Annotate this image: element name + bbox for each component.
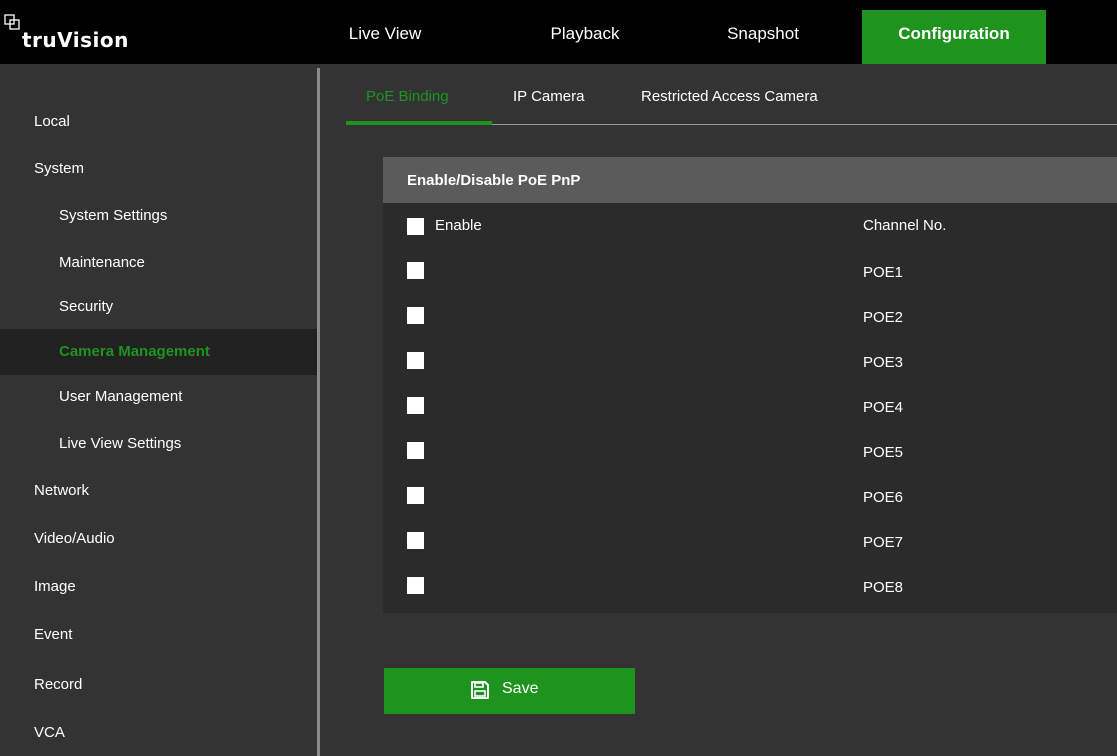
sidebar-item-image[interactable]: Image (0, 564, 317, 610)
poe-enable-checkbox[interactable] (407, 307, 424, 324)
poe-enable-checkbox[interactable] (407, 352, 424, 369)
sidebar-item-system-settings[interactable]: System Settings (0, 193, 317, 239)
sidebar-item-security[interactable]: Security (0, 284, 317, 330)
active-subtab-indicator (346, 121, 492, 125)
poe-section-title: Enable/Disable PoE PnP (383, 157, 1117, 203)
sidebar-item-event[interactable]: Event (0, 612, 317, 658)
save-button-label: Save (502, 680, 539, 697)
table-row: POE1 (383, 248, 1117, 292)
poe-table-header-row: Enable Channel No. (383, 204, 1117, 248)
channel-cell: POE3 (863, 354, 904, 371)
table-row: POE3 (383, 338, 1117, 382)
channel-cell: POE2 (863, 309, 904, 326)
brand-name: truVision (22, 28, 129, 52)
brand-mark-icon (4, 14, 20, 30)
table-row: POE8 (383, 563, 1117, 607)
table-row: POE6 (383, 473, 1117, 517)
sidebar-divider (317, 68, 320, 756)
sidebar-item-live-view-settings[interactable]: Live View Settings (0, 421, 317, 467)
sidebar-item-maintenance[interactable]: Maintenance (0, 240, 317, 286)
nav-tab-playback[interactable]: Playback (530, 10, 640, 64)
sidebar-item-vca[interactable]: VCA (0, 710, 317, 756)
save-button[interactable]: Save (384, 668, 635, 714)
table-row: POE7 (383, 518, 1117, 562)
poe-enable-checkbox[interactable] (407, 262, 424, 279)
poe-enable-checkbox[interactable] (407, 397, 424, 414)
sidebar-item-user-management[interactable]: User Management (0, 374, 317, 420)
sidebar-item-local[interactable]: Local (0, 99, 317, 145)
channel-column-header: Channel No. (863, 217, 947, 234)
sidebar-item-video-audio[interactable]: Video/Audio (0, 516, 317, 562)
channel-cell: POE5 (863, 444, 904, 461)
sidebar-item-camera-management[interactable]: Camera Management (0, 329, 317, 375)
nav-tab-configuration[interactable]: Configuration (862, 10, 1046, 64)
subtab-poe-binding[interactable]: PoE Binding (366, 88, 449, 105)
sidebar-item-system[interactable]: System (0, 146, 317, 192)
channel-cell: POE8 (863, 579, 904, 596)
subtab-restricted-access-camera[interactable]: Restricted Access Camera (641, 88, 818, 105)
channel-cell: POE4 (863, 399, 904, 416)
poe-enable-checkbox[interactable] (407, 577, 424, 594)
nav-tab-live-view[interactable]: Live View (340, 10, 430, 64)
channel-cell: POE7 (863, 534, 904, 551)
channel-cell: POE6 (863, 489, 904, 506)
poe-enable-checkbox[interactable] (407, 442, 424, 459)
floppy-disk-icon (471, 681, 489, 699)
channel-cell: POE1 (863, 264, 904, 281)
top-bar: truVision Live View Playback Snapshot Co… (0, 0, 1117, 64)
table-row: POE4 (383, 383, 1117, 427)
poe-enable-checkbox[interactable] (407, 532, 424, 549)
table-row: POE5 (383, 428, 1117, 472)
enable-label: Enable (435, 217, 482, 234)
sidebar-item-record[interactable]: Record (0, 662, 317, 708)
subtab-ip-camera[interactable]: IP Camera (513, 88, 584, 105)
sidebar-item-network[interactable]: Network (0, 468, 317, 514)
enable-all-checkbox[interactable] (407, 218, 424, 235)
poe-enable-checkbox[interactable] (407, 487, 424, 504)
brand-logo: truVision (0, 0, 240, 64)
table-row: POE2 (383, 293, 1117, 337)
nav-tab-snapshot[interactable]: Snapshot (708, 10, 818, 64)
